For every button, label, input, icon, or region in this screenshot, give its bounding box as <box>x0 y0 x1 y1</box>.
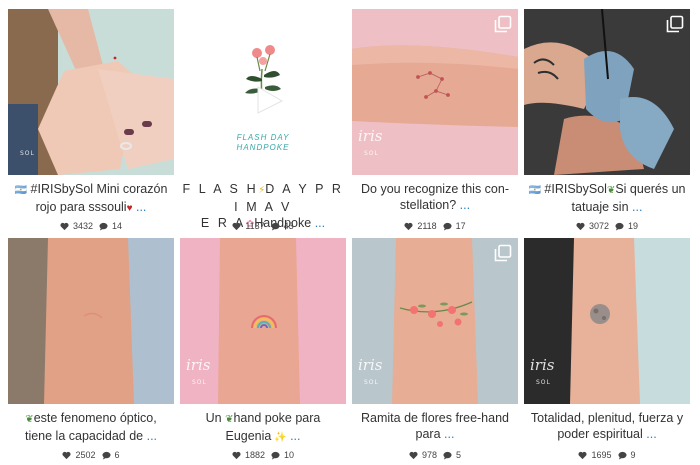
comments-stat: 14 <box>99 221 122 231</box>
post-caption[interactable]: 🇦🇷 #IRISbySol Mini corazón rojo para sss… <box>8 181 174 214</box>
flash-subtitle: HANDPOKE <box>236 143 290 152</box>
heart-icon <box>578 451 588 459</box>
post-stats: 1882 10 <box>180 449 346 461</box>
heart-icon <box>409 451 418 459</box>
watermark: iris SOL <box>530 356 555 387</box>
post-thumbnail[interactable] <box>8 238 174 404</box>
heart-icon <box>232 222 241 230</box>
post-caption[interactable]: Un ❦hand poke para Eugenia ✨ ... <box>180 410 346 443</box>
comment-icon <box>443 451 452 460</box>
likes-stat: 3432 <box>60 221 93 231</box>
comments-stat: 5 <box>443 450 461 460</box>
post-card: iris SOL Totalidad, plenitud, fuerza y po… <box>524 238 690 461</box>
watermark: iris SOL <box>358 356 383 387</box>
multiple-images-icon <box>494 244 512 262</box>
multiple-images-icon <box>494 15 512 33</box>
caption-line: F L A S H <box>182 182 259 196</box>
comments-stat: 19 <box>615 221 638 231</box>
more-link[interactable]: ... <box>133 200 146 214</box>
flag-icon: 🇦🇷 <box>14 185 28 196</box>
flash-title: FLASH DAY <box>236 133 290 142</box>
likes-stat: 1695 <box>578 450 612 460</box>
caption-text: Si querés un <box>615 182 686 196</box>
likes-stat: 978 <box>409 450 437 460</box>
caption-text: Eugenia <box>225 429 272 443</box>
post-thumbnail[interactable]: iris SOL <box>352 238 518 404</box>
post-stats: 3072 19 <box>524 220 690 232</box>
comments-stat: 9 <box>617 450 636 460</box>
post-thumbnail[interactable]: SOL <box>8 9 174 175</box>
post-thumbnail[interactable]: iris SOL <box>524 238 690 404</box>
more-link[interactable]: ... <box>441 427 454 441</box>
likes-stat: 1137 <box>232 221 265 231</box>
post-caption[interactable]: Do you recognize this con-stellation? ..… <box>352 181 518 213</box>
post-thumbnail[interactable]: iris SOL <box>180 238 346 404</box>
comment-icon <box>617 451 627 460</box>
post-thumbnail[interactable]: iris SOL <box>352 9 518 175</box>
post-image <box>8 238 174 404</box>
post-stats: 978 5 <box>352 449 518 461</box>
likes-stat: 2118 <box>404 221 437 231</box>
post-card: SOL 🇦🇷 #IRISbySol Mini corazón rojo para… <box>8 9 174 232</box>
more-link[interactable]: ... <box>629 200 642 214</box>
likes-stat: 2502 <box>62 450 96 460</box>
post-card: iris SOL Ramita de flores free-hand para … <box>352 238 518 461</box>
flag-icon: 🇦🇷 <box>528 185 541 196</box>
more-link[interactable]: ... <box>643 427 656 441</box>
watermark: SOL <box>20 150 35 157</box>
caption-text: tiene la capacidad de <box>24 429 144 443</box>
comment-icon <box>99 222 108 231</box>
comment-icon <box>443 222 452 231</box>
sparkles-icon: ✨ <box>271 432 287 443</box>
comments-stat: 43 <box>271 221 294 231</box>
likes-stat: 3072 <box>576 221 609 231</box>
post-caption[interactable]: Ramita de flores free-hand para ... <box>352 410 518 442</box>
multiple-images-icon <box>666 15 684 33</box>
heart-icon <box>576 222 585 230</box>
post-stats: 3432 14 <box>8 220 174 232</box>
caption-tag: #IRISbySol <box>544 182 607 196</box>
post-caption[interactable]: ❦este fenomeno óptico, tiene la capacidad… <box>8 410 174 443</box>
more-link[interactable]: ... <box>143 429 157 443</box>
post-thumbnail[interactable]: FLASH DAY HANDPOKE <box>180 9 346 175</box>
comment-icon <box>101 451 111 460</box>
comment-icon <box>271 451 280 460</box>
post-grid: SOL 🇦🇷 #IRISbySol Mini corazón rojo para… <box>0 0 700 465</box>
post-card: iris SOL Do you recognize this con-stella… <box>352 9 518 232</box>
post-caption[interactable]: 🇦🇷 #IRISbySol❦Si querés un tatuaje sin ..… <box>524 181 690 214</box>
watermark: iris SOL <box>358 127 383 158</box>
post-thumbnail[interactable] <box>524 9 690 175</box>
heart-icon <box>404 222 413 230</box>
more-link[interactable]: ... <box>456 198 470 212</box>
more-link[interactable]: ... <box>311 216 325 230</box>
post-stats: 1695 9 <box>524 449 690 461</box>
heart-icon <box>60 222 69 230</box>
post-card: 🇦🇷 #IRISbySol❦Si querés un tatuaje sin ..… <box>524 9 690 232</box>
post-caption[interactable]: F L A S H⚡D A Y P R I M A V E R A✿Handpo… <box>180 181 346 230</box>
comment-icon <box>615 222 624 231</box>
more-link[interactable]: ... <box>287 429 300 443</box>
comment-icon <box>271 222 280 231</box>
post-stats: 2502 6 <box>8 449 174 461</box>
post-stats: 2118 17 <box>352 220 518 232</box>
caption-text: hand poke para <box>233 411 321 425</box>
post-card: ❦este fenomeno óptico, tiene la capacidad… <box>8 238 174 461</box>
heart-icon <box>62 451 72 459</box>
post-card: FLASH DAY HANDPOKE F L A S H⚡D A Y P R I… <box>180 9 346 232</box>
watermark: iris SOL <box>186 356 211 387</box>
comments-stat: 6 <box>101 450 120 460</box>
caption-text: Un <box>205 411 226 425</box>
post-card: iris SOL Un ❦hand poke para Eugenia ✨ ... … <box>180 238 346 461</box>
likes-stat: 1882 <box>232 450 265 460</box>
post-caption[interactable]: Totalidad, plenitud, fuerza y poder espi… <box>524 410 690 442</box>
leaf-icon: ❦ <box>25 414 34 425</box>
caption-text: este fenomeno óptico, <box>33 411 157 425</box>
caption-text: tatuaje sin <box>571 200 629 214</box>
post-image <box>524 9 690 175</box>
comments-stat: 17 <box>443 221 466 231</box>
heart-icon <box>232 451 241 459</box>
comments-stat: 10 <box>271 450 294 460</box>
